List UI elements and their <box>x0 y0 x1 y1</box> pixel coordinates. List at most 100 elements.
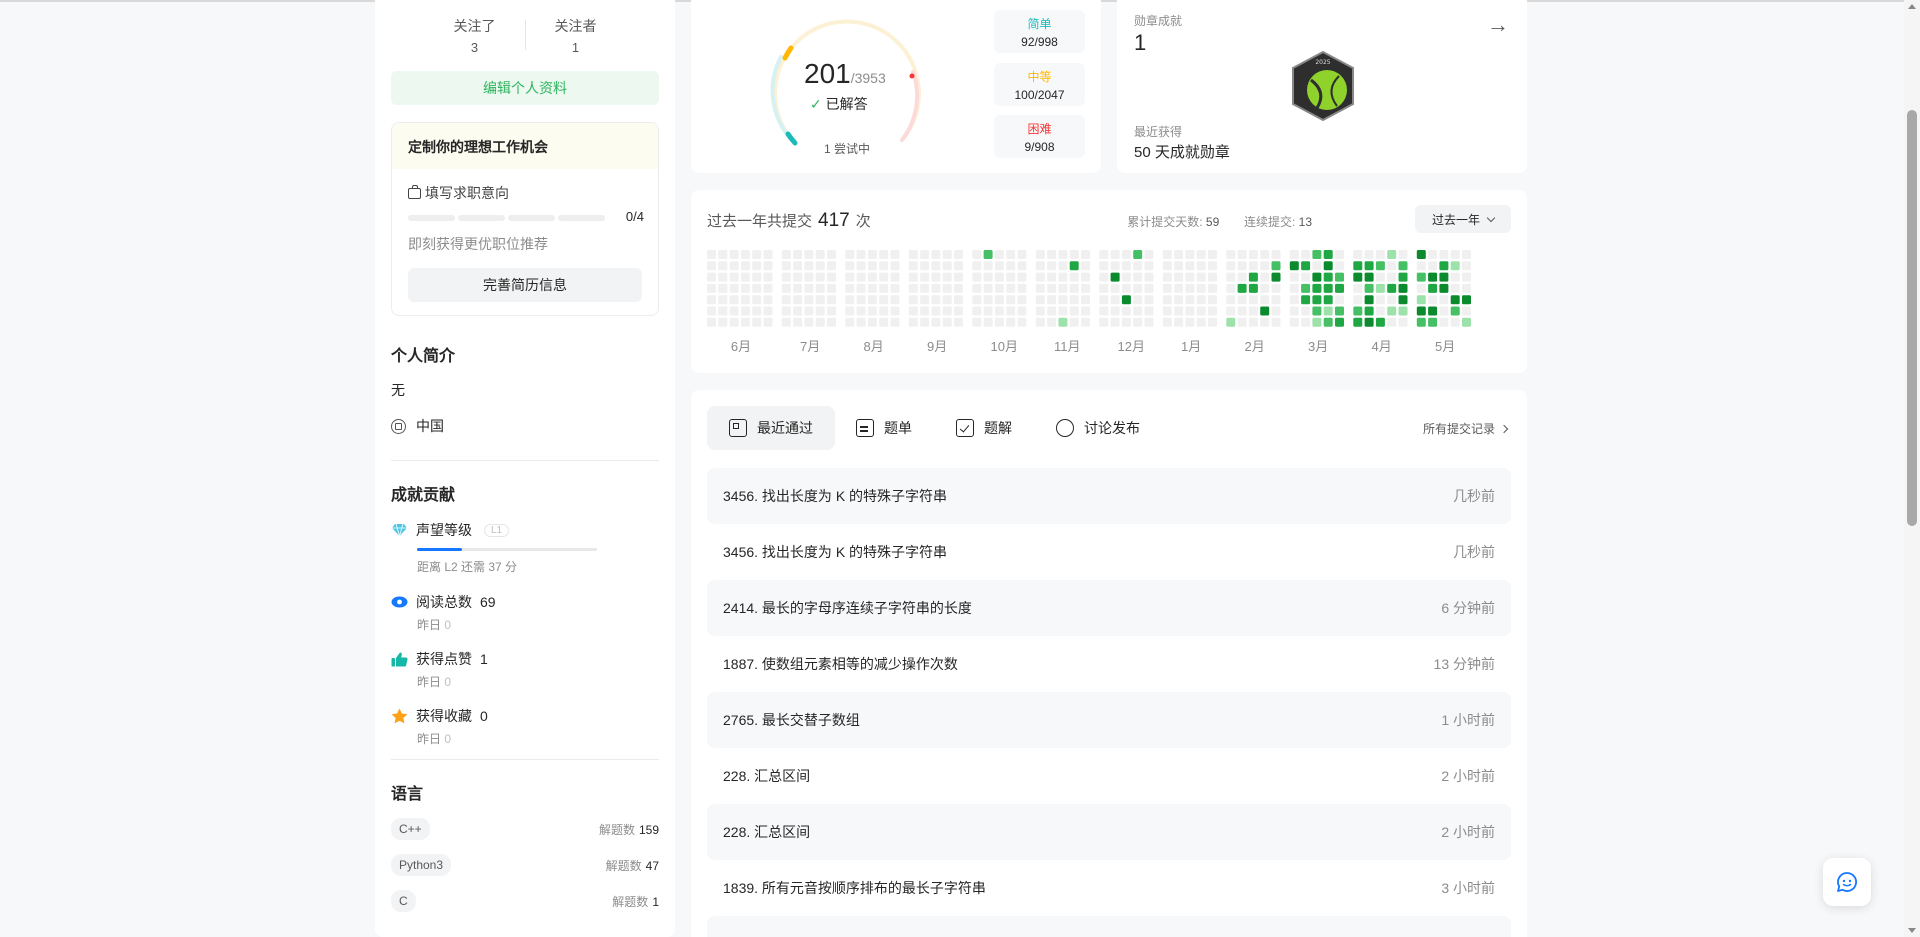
edit-profile-button[interactable]: 编辑个人资料 <box>391 71 659 105</box>
heatmap-cell[interactable] <box>942 295 952 305</box>
heatmap-cell[interactable] <box>1439 283 1449 293</box>
heatmap-cell[interactable] <box>1312 295 1322 305</box>
language-tag[interactable]: C++ <box>391 818 430 840</box>
heatmap-cell[interactable] <box>972 283 982 293</box>
heatmap-cell[interactable] <box>879 272 889 282</box>
heatmap-cell[interactable] <box>1162 295 1172 305</box>
heatmap-cell[interactable] <box>908 261 918 271</box>
heatmap-cell[interactable] <box>781 306 791 316</box>
heatmap-cell[interactable] <box>793 317 803 327</box>
heatmap-cell[interactable] <box>942 317 952 327</box>
heatmap-cell[interactable] <box>1375 306 1385 316</box>
heatmap-cell[interactable] <box>1428 295 1438 305</box>
heatmap-cell[interactable] <box>1035 295 1045 305</box>
tab-problem-lists[interactable]: 题单 <box>834 406 934 450</box>
heatmap-cell[interactable] <box>954 317 963 327</box>
heatmap-cell[interactable] <box>908 295 918 305</box>
tab-solutions[interactable]: 题解 <box>934 406 1034 450</box>
heatmap-cell[interactable] <box>1121 317 1131 327</box>
heatmap-cell[interactable] <box>1450 250 1460 259</box>
heatmap-cell[interactable] <box>1323 272 1333 282</box>
heatmap-cell[interactable] <box>763 261 773 271</box>
heatmap-cell[interactable] <box>1196 250 1206 259</box>
heatmap-cell[interactable] <box>856 283 866 293</box>
heatmap-cell[interactable] <box>781 272 791 282</box>
heatmap-cell[interactable] <box>1144 295 1154 305</box>
heatmap-cell[interactable] <box>804 250 814 259</box>
heatmap-cell[interactable] <box>781 261 791 271</box>
heatmap-cell[interactable] <box>752 306 762 316</box>
heatmap-cell[interactable] <box>972 295 982 305</box>
heatmap-cell[interactable] <box>1017 317 1027 327</box>
heatmap-cell[interactable] <box>920 317 930 327</box>
heatmap-cell[interactable] <box>1121 250 1131 259</box>
heatmap-cell[interactable] <box>1069 306 1079 316</box>
scroll-up-arrow[interactable] <box>1908 4 1916 9</box>
heatmap-cell[interactable] <box>1375 283 1385 293</box>
heatmap-cell[interactable] <box>856 295 866 305</box>
heatmap-cell[interactable] <box>1312 272 1322 282</box>
heatmap-cell[interactable] <box>972 261 982 271</box>
heatmap-cell[interactable] <box>729 295 739 305</box>
heatmap-cell[interactable] <box>1133 295 1143 305</box>
heatmap-cell[interactable] <box>804 261 814 271</box>
heatmap-cell[interactable] <box>920 306 930 316</box>
heatmap-cell[interactable] <box>890 261 900 271</box>
heatmap-cell[interactable] <box>1081 261 1090 271</box>
heatmap-cell[interactable] <box>1006 250 1016 259</box>
heatmap-cell[interactable] <box>845 250 855 259</box>
heatmap-cell[interactable] <box>1364 306 1374 316</box>
heatmap-cell[interactable] <box>983 295 993 305</box>
heatmap-cell[interactable] <box>729 272 739 282</box>
tab-recent-ac[interactable]: 最近通过 <box>707 406 835 450</box>
heatmap-cell[interactable] <box>827 272 836 282</box>
heatmap-cell[interactable] <box>1162 272 1172 282</box>
heatmap-cell[interactable] <box>1006 295 1016 305</box>
heatmap-cell[interactable] <box>729 317 739 327</box>
heatmap-cell[interactable] <box>1398 295 1408 305</box>
heatmap-cell[interactable] <box>1099 283 1109 293</box>
heatmap-cell[interactable] <box>942 250 952 259</box>
heatmap-cell[interactable] <box>1069 317 1079 327</box>
heatmap-cell[interactable] <box>1289 261 1299 271</box>
heatmap-cell[interactable] <box>729 250 739 259</box>
heatmap-cell[interactable] <box>890 317 900 327</box>
heatmap-cell[interactable] <box>781 295 791 305</box>
heatmap-cell[interactable] <box>1174 295 1184 305</box>
heatmap-cell[interactable] <box>1047 261 1057 271</box>
heatmap-cell[interactable] <box>707 261 716 271</box>
heatmap-cell[interactable] <box>1289 295 1299 305</box>
heatmap-cell[interactable] <box>983 306 993 316</box>
heatmap-cell[interactable] <box>1081 272 1090 282</box>
heatmap-cell[interactable] <box>1185 261 1195 271</box>
heatmap-cell[interactable] <box>972 317 982 327</box>
heatmap-cell[interactable] <box>1289 272 1299 282</box>
heatmap-cell[interactable] <box>845 261 855 271</box>
heatmap-cell[interactable] <box>1162 283 1172 293</box>
heatmap-cell[interactable] <box>1271 283 1281 293</box>
heatmap-cell[interactable] <box>1133 272 1143 282</box>
all-submissions-link[interactable]: 所有提交记录 <box>1423 420 1509 437</box>
heatmap-cell[interactable] <box>1439 272 1449 282</box>
heatmap-cell[interactable] <box>1174 261 1184 271</box>
heatmap-cell[interactable] <box>994 272 1004 282</box>
heatmap-cell[interactable] <box>942 306 952 316</box>
heatmap-cell[interactable] <box>707 272 716 282</box>
heatmap-cell[interactable] <box>1323 250 1333 259</box>
language-tag[interactable]: C <box>391 890 416 912</box>
heatmap-cell[interactable] <box>827 283 836 293</box>
heatmap-cell[interactable] <box>1017 283 1027 293</box>
heatmap-cell[interactable] <box>740 283 750 293</box>
heatmap-cell[interactable] <box>931 283 941 293</box>
heatmap-cell[interactable] <box>1237 261 1247 271</box>
heatmap-cell[interactable] <box>1335 272 1344 282</box>
heatmap-cell[interactable] <box>1428 317 1438 327</box>
heatmap-cell[interactable] <box>763 317 773 327</box>
heatmap-cell[interactable] <box>879 317 889 327</box>
heatmap-cell[interactable] <box>983 283 993 293</box>
heatmap-cell[interactable] <box>931 250 941 259</box>
heatmap-cell[interactable] <box>1017 261 1027 271</box>
heatmap-cell[interactable] <box>1121 283 1131 293</box>
heatmap-cell[interactable] <box>1226 295 1236 305</box>
heatmap-cell[interactable] <box>1099 295 1109 305</box>
